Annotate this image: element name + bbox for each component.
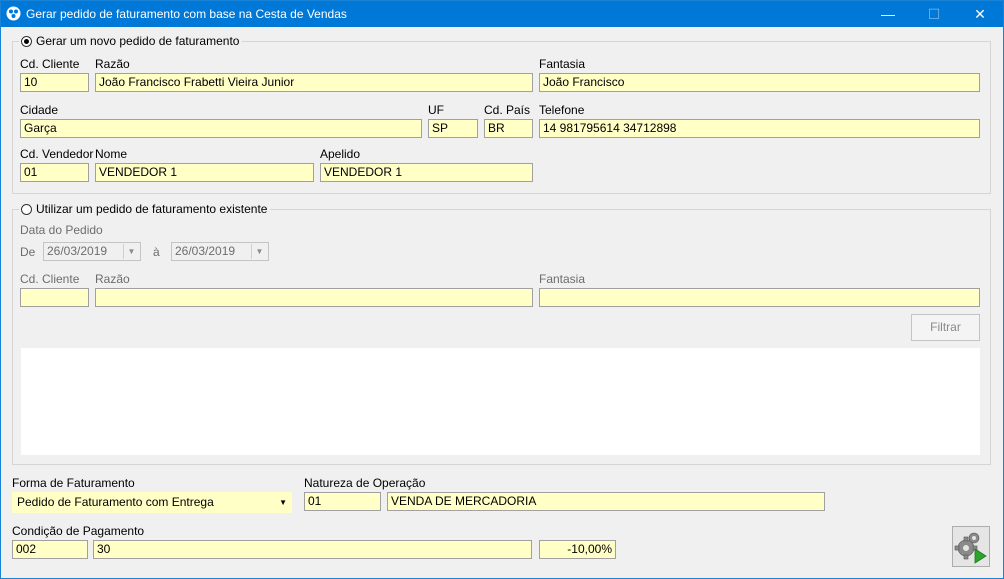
- existing-fantasia-field: [539, 288, 980, 307]
- cd-pais-field[interactable]: BR: [484, 119, 533, 138]
- maximize-button: ☐: [927, 6, 941, 22]
- chevron-down-icon: ▼: [123, 244, 139, 259]
- forma-faturamento-value: Pedido de Faturamento com Entrega: [17, 495, 214, 509]
- title-bar[interactable]: Gerar pedido de faturamento com base na …: [1, 1, 1003, 27]
- window-title: Gerar pedido de faturamento com base na …: [26, 7, 347, 21]
- existing-order-radio[interactable]: Utilizar um pedido de faturamento existe…: [19, 202, 271, 216]
- minimize-button[interactable]: —: [865, 1, 911, 27]
- existing-cd-cliente-label: Cd. Cliente: [20, 272, 80, 286]
- cd-vendedor-label: Cd. Vendedor: [20, 147, 94, 161]
- date-to-picker: 26/03/2019 ▼: [171, 242, 269, 261]
- telefone-label: Telefone: [539, 103, 585, 117]
- chevron-down-icon: ▼: [251, 244, 267, 259]
- nome-field[interactable]: VENDEDOR 1: [95, 163, 314, 182]
- new-order-legend: Gerar um novo pedido de faturamento: [36, 34, 240, 48]
- fantasia-field[interactable]: João Francisco: [539, 73, 980, 92]
- cd-pais-label: Cd. País: [484, 103, 531, 117]
- uf-field[interactable]: SP: [428, 119, 478, 138]
- radio-unchecked-icon[interactable]: [21, 203, 32, 215]
- existing-order-legend: Utilizar um pedido de faturamento existe…: [36, 202, 268, 216]
- condicao-desc-field[interactable]: 30: [93, 540, 532, 559]
- natureza-desc-field[interactable]: VENDA DE MERCADORIA: [387, 492, 825, 511]
- cidade-label: Cidade: [20, 103, 59, 117]
- forma-faturamento-select[interactable]: Pedido de Faturamento com Entrega ▼: [12, 492, 292, 513]
- apelido-label: Apelido: [320, 147, 361, 161]
- existing-cd-cliente-field: [20, 288, 89, 307]
- cidade-field[interactable]: Garça: [20, 119, 422, 138]
- cd-cliente-field[interactable]: 10: [20, 73, 89, 92]
- razao-label: Razão: [95, 57, 130, 71]
- telefone-field[interactable]: 14 981795614 34712898: [539, 119, 980, 138]
- uf-label: UF: [428, 103, 444, 117]
- new-order-radio[interactable]: Gerar um novo pedido de faturamento: [19, 34, 243, 48]
- date-to-label: à: [153, 245, 160, 259]
- apelido-field[interactable]: VENDEDOR 1: [320, 163, 533, 182]
- run-button[interactable]: [952, 526, 990, 567]
- desconto-field[interactable]: -10,00%: [539, 540, 616, 559]
- razao-field[interactable]: João Francisco Frabetti Vieira Junior: [95, 73, 533, 92]
- close-button[interactable]: ✕: [957, 1, 1003, 27]
- existing-razao-field: [95, 288, 533, 307]
- forma-faturamento-label: Forma de Faturamento: [12, 476, 135, 490]
- cd-cliente-label: Cd. Cliente: [20, 57, 80, 71]
- natureza-operacao-label: Natureza de Operação: [304, 476, 426, 490]
- condicao-code-field[interactable]: 002: [12, 540, 88, 559]
- app-icon[interactable]: [6, 6, 21, 21]
- filter-button: Filtrar: [911, 314, 980, 341]
- radio-checked-icon[interactable]: [21, 35, 32, 47]
- chevron-down-icon[interactable]: ▼: [279, 493, 287, 512]
- cd-vendedor-field[interactable]: 01: [20, 163, 89, 182]
- gears-run-icon: [954, 532, 987, 564]
- nome-label: Nome: [95, 147, 128, 161]
- data-pedido-label: Data do Pedido: [20, 223, 103, 237]
- date-to-value: 26/03/2019: [175, 244, 236, 258]
- fantasia-label: Fantasia: [539, 57, 586, 71]
- date-from-picker: 26/03/2019 ▼: [43, 242, 141, 261]
- condicao-pagamento-label: Condição de Pagamento: [12, 524, 145, 538]
- existing-fantasia-label: Fantasia: [539, 272, 586, 286]
- existing-razao-label: Razão: [95, 272, 130, 286]
- orders-list[interactable]: [21, 348, 980, 455]
- date-from-value: 26/03/2019: [47, 244, 108, 258]
- main-window: Gerar pedido de faturamento com base na …: [0, 0, 1004, 579]
- date-from-label: De: [20, 245, 36, 259]
- natureza-code-field[interactable]: 01: [304, 492, 381, 511]
